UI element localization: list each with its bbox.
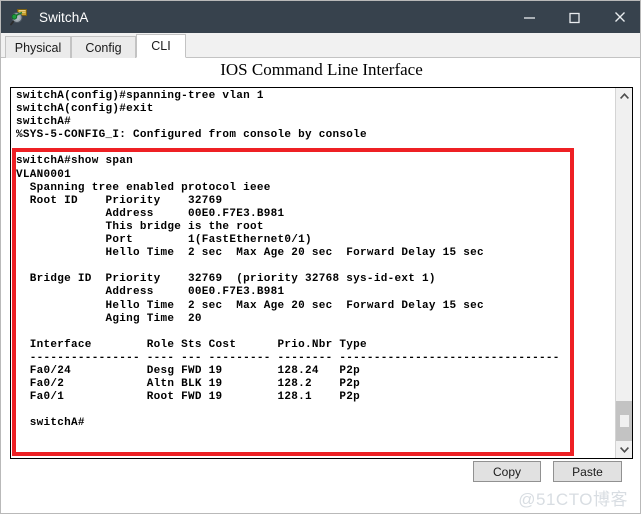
paste-button[interactable]: Paste xyxy=(553,461,622,482)
scrollbar-thumb[interactable] xyxy=(616,401,632,441)
scroll-down-arrow-icon[interactable] xyxy=(616,441,632,458)
window-titlebar: SwitchA xyxy=(1,1,640,33)
scrollbar-track[interactable] xyxy=(616,105,632,401)
minimize-button[interactable] xyxy=(507,1,552,33)
cli-output-text: switchA(config)#spanning-tree vlan 1 swi… xyxy=(16,90,560,430)
scrollbar-thumb-grip xyxy=(620,415,629,427)
maximize-button[interactable] xyxy=(552,1,597,33)
console-scrollbar[interactable] xyxy=(615,88,632,458)
cli-console[interactable]: switchA(config)#spanning-tree vlan 1 swi… xyxy=(10,87,633,459)
watermark-label: @51CTO博客 xyxy=(518,490,628,509)
window-title: SwitchA xyxy=(39,9,89,25)
tab-physical[interactable]: Physical xyxy=(5,36,71,58)
switch-magnifier-icon xyxy=(10,7,30,27)
copy-button[interactable]: Copy xyxy=(473,461,541,482)
window-controls xyxy=(507,1,640,33)
tab-cli[interactable]: CLI xyxy=(136,34,186,58)
packet-tracer-device-window: SwitchA Physical Config CLI IOS Command … xyxy=(0,0,641,514)
tab-config[interactable]: Config xyxy=(71,36,136,58)
close-button[interactable] xyxy=(597,1,640,33)
page-title: IOS Command Line Interface xyxy=(220,60,423,79)
tab-strip: Physical Config CLI xyxy=(1,33,640,58)
scroll-up-arrow-icon[interactable] xyxy=(616,88,632,105)
